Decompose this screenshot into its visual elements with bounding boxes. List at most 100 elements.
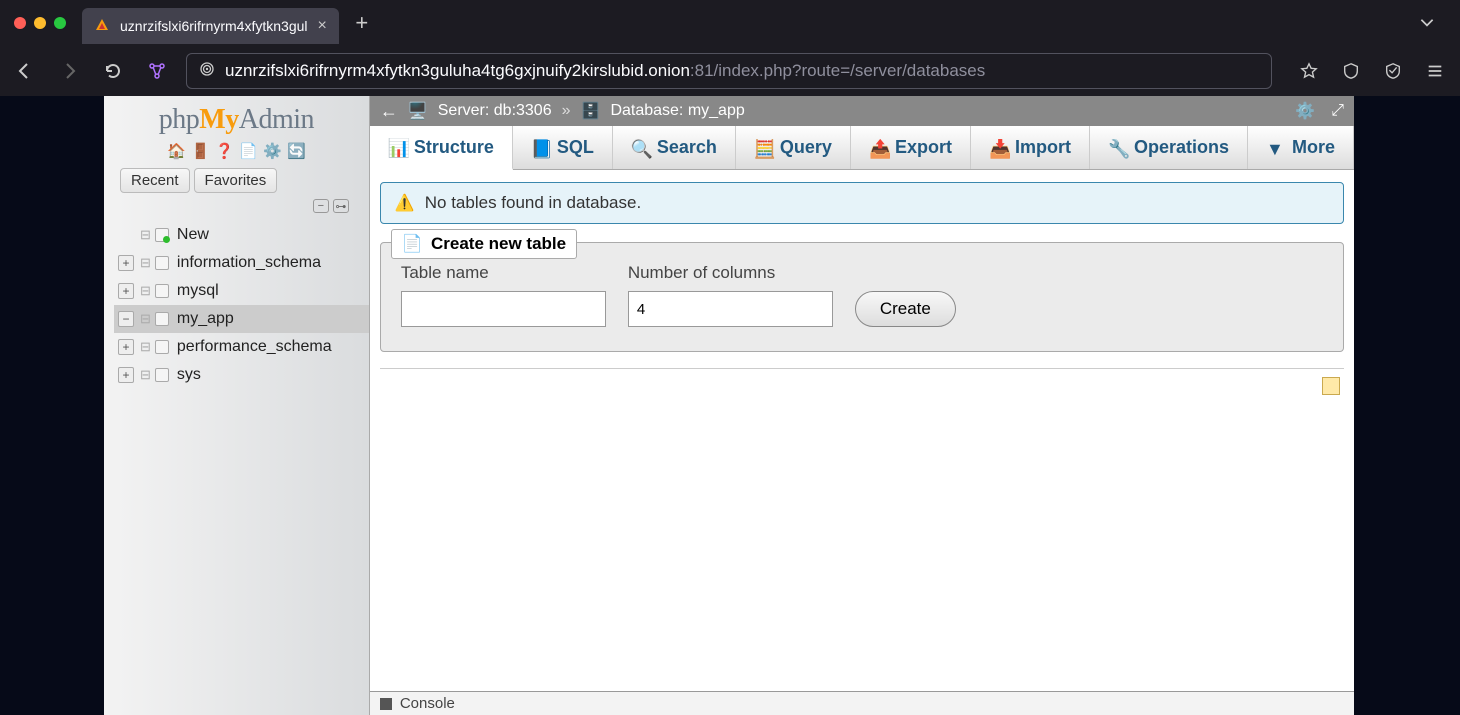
num-columns-input[interactable] (628, 291, 833, 327)
url-host: uznrzifslxi6rifrnyrm4xfytkn3guluha4tg6gx… (225, 61, 690, 80)
close-tab-icon[interactable]: × (318, 18, 327, 34)
console-bar[interactable]: Console (370, 691, 1354, 715)
url-path: :81/index.php?route=/server/databases (690, 61, 985, 80)
browser-tab[interactable]: uznrzifslxi6rifrnyrm4xfytkn3gul × (82, 8, 339, 44)
link-icon[interactable]: ⊶ (333, 199, 349, 213)
phpmyadmin-favicon (94, 17, 110, 36)
reload-nav-icon[interactable]: 🔄 (287, 142, 305, 160)
tree-connector-icon: ⊟ (140, 367, 151, 383)
close-window-button[interactable] (14, 17, 26, 29)
db-item-my-app[interactable]: −⊟my_app (114, 305, 369, 333)
bookmark-note-icon[interactable] (1322, 377, 1340, 395)
tabs-dropdown-icon[interactable] (1418, 13, 1436, 34)
reload-button[interactable] (98, 56, 128, 86)
db-item-mysql[interactable]: +⊟mysql (114, 277, 369, 305)
bookmark-row (380, 368, 1344, 395)
alert-text: No tables found in database. (425, 193, 641, 213)
docs-icon[interactable]: ❓ (215, 142, 233, 160)
tab-label: Import (1015, 137, 1071, 158)
tab-label: Operations (1134, 137, 1229, 158)
tab-search[interactable]: 🔍Search (613, 126, 736, 169)
tab-sql[interactable]: 📘SQL (513, 126, 613, 169)
tree-toggle-icon[interactable]: + (118, 339, 134, 355)
db-icon (155, 256, 169, 270)
tab-structure[interactable]: 📊Structure (370, 126, 513, 170)
tab-import[interactable]: 📥Import (971, 126, 1090, 169)
recent-favorites-tabs: Recent Favorites (104, 168, 369, 199)
tab-export[interactable]: 📤 Export (851, 126, 971, 169)
tree-connector-icon: ⊟ (140, 339, 151, 355)
database-tree: ⊟New+⊟information_schema+⊟mysql−⊟my_app+… (104, 217, 369, 389)
tab-label: Structure (414, 137, 494, 158)
logo-admin: Admin (239, 104, 314, 135)
onion-site-icon (199, 61, 215, 82)
phpmyadmin-logo[interactable]: phpMyAdmin (104, 96, 369, 140)
settings-icon[interactable]: ⚙️ (263, 142, 281, 160)
more-icon: ▼ (1266, 139, 1284, 157)
num-columns-label: Number of columns (628, 263, 833, 283)
minimize-window-button[interactable] (34, 17, 46, 29)
tree-toggle-icon[interactable]: − (118, 311, 134, 327)
create-table-legend: 📄 Create new table (391, 229, 577, 259)
alert-no-tables: ⚠️ No tables found in database. (380, 182, 1344, 224)
favorites-tab[interactable]: Favorites (194, 168, 278, 193)
page-settings-icon[interactable]: ⚙️ (1295, 101, 1315, 121)
tab-operations[interactable]: 🔧 Operations (1090, 126, 1248, 169)
maximize-window-button[interactable] (54, 17, 66, 29)
tree-toggle-icon[interactable]: + (118, 255, 134, 271)
forward-button[interactable] (54, 56, 84, 86)
new-db-icon (155, 228, 169, 242)
tree-connector-icon: ⊟ (140, 283, 151, 299)
db-icon (155, 284, 169, 298)
tab-query[interactable]: 🧮 Query (736, 126, 851, 169)
bookmark-star-icon[interactable] (1294, 56, 1324, 86)
home-icon[interactable]: 🏠 (167, 142, 185, 160)
security-level-icon[interactable] (1378, 56, 1408, 86)
sql-window-icon[interactable]: 📄 (239, 142, 257, 160)
logo-php: php (159, 104, 200, 135)
table-name-input[interactable] (401, 291, 606, 327)
hamburger-menu-icon[interactable] (1420, 56, 1450, 86)
tab-label: Query (780, 137, 832, 158)
tree-connector-icon: ⊟ (140, 227, 151, 243)
table-name-label: Table name (401, 263, 606, 283)
browser-toolbar: uznrzifslxi6rifrnyrm4xfytkn3guluha4tg6gx… (0, 46, 1460, 96)
tab-more[interactable]: ▼More (1248, 126, 1354, 169)
operations-icon: 🔧 (1108, 139, 1126, 157)
sidebar: phpMyAdmin 🏠 🚪 ❓ 📄 ⚙️ 🔄 Recent Favorites… (104, 96, 370, 715)
db-item-information-schema[interactable]: + ⊟ information_schema (114, 249, 369, 277)
url-text: uznrzifslxi6rifrnyrm4xfytkn3guluha4tg6gx… (225, 61, 985, 81)
db-item-label: my_app (177, 310, 234, 328)
collapse-all-icon[interactable]: − (313, 199, 329, 213)
recent-tab[interactable]: Recent (120, 168, 190, 193)
tree-toggle-icon[interactable]: + (118, 283, 134, 299)
url-bar[interactable]: uznrzifslxi6rifrnyrm4xfytkn3guluha4tg6gx… (186, 53, 1272, 89)
nav-back-icon[interactable]: ← (380, 101, 398, 122)
tor-circuit-icon[interactable] (142, 56, 172, 86)
tree-toggle-icon[interactable]: + (118, 367, 134, 383)
db-item-label: information_schema (177, 254, 321, 272)
breadcrumb-database[interactable]: Database: my_app (610, 102, 744, 120)
db-item-New[interactable]: ⊟New (114, 221, 369, 249)
query-icon: 🧮 (754, 139, 772, 157)
db-icon (155, 312, 169, 326)
tab-label: Export (895, 137, 952, 158)
console-toggle-icon[interactable] (380, 698, 392, 710)
new-tab-button[interactable]: + (345, 6, 379, 40)
browser-chrome: uznrzifslxi6rifrnyrm4xfytkn3gul × + uznr… (0, 0, 1460, 96)
logout-icon[interactable]: 🚪 (191, 142, 209, 160)
db-item-performance-schema[interactable]: +⊟performance_schema (114, 333, 369, 361)
export-icon: 📤 (869, 139, 887, 157)
breadcrumb: ← 🖥️ Server: db:3306 » 🗄️ Database: my_a… (370, 96, 1354, 126)
tree-connector-icon: ⊟ (140, 255, 151, 271)
back-button[interactable] (10, 56, 40, 86)
breadcrumb-server[interactable]: Server: db:3306 (438, 102, 552, 120)
fullscreen-toggle-icon[interactable]: ⤢ (1331, 102, 1344, 120)
db-item-sys[interactable]: +⊟sys (114, 361, 369, 389)
server-icon: 🖥️ (408, 101, 428, 121)
create-button[interactable]: Create (855, 291, 956, 327)
tab-title: uznrzifslxi6rifrnyrm4xfytkn3gul (120, 18, 308, 34)
shield-icon[interactable] (1336, 56, 1366, 86)
phpmyadmin-app: phpMyAdmin 🏠 🚪 ❓ 📄 ⚙️ 🔄 Recent Favorites… (104, 96, 1354, 715)
sql-icon: 📘 (531, 139, 549, 157)
